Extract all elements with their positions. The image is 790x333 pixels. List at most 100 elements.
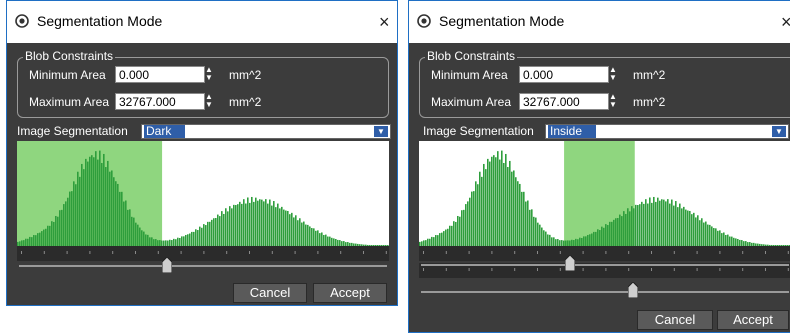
maximum-area-input[interactable]: 32767.000 — [115, 93, 205, 110]
histogram-bar — [257, 200, 259, 246]
histogram-bar — [61, 209, 63, 246]
tick-mark — [582, 251, 584, 254]
close-icon[interactable]: × — [781, 12, 790, 33]
histogram-bar — [123, 201, 125, 246]
histogram-bar — [501, 150, 503, 246]
minimum-area-input[interactable]: 0.000 — [115, 66, 205, 83]
histogram-bar — [103, 153, 105, 246]
histogram-bar — [491, 156, 493, 246]
histogram-bar — [647, 203, 649, 246]
lower-threshold-slider-thumb[interactable] — [565, 255, 575, 271]
histogram-bar — [43, 229, 45, 246]
histogram-bar — [507, 167, 509, 246]
histogram-bar — [49, 225, 51, 246]
histogram-bar — [327, 236, 329, 246]
histogram-bar — [253, 201, 255, 246]
histogram-bar — [331, 237, 333, 246]
histogram-bar — [121, 191, 123, 246]
histogram-bar — [213, 218, 215, 246]
histogram-bar — [27, 238, 29, 246]
histogram-bar — [527, 200, 529, 246]
minimum-area-input[interactable]: 0.000 — [519, 66, 609, 83]
tick-mark — [719, 268, 721, 271]
histogram-bar — [431, 236, 433, 246]
histogram-bar — [67, 197, 69, 246]
title-bar[interactable]: Segmentation Mode × — [409, 1, 790, 43]
image-segmentation-select[interactable]: Inside ▼ — [545, 124, 789, 139]
upper-threshold-slider-thumb[interactable] — [628, 282, 638, 298]
tick-mark — [445, 268, 447, 271]
histogram-bar — [315, 230, 317, 246]
histogram-bar — [469, 197, 471, 246]
histogram-bar — [63, 204, 65, 246]
histogram-bar — [39, 232, 41, 246]
histogram-bar — [79, 176, 81, 246]
histogram-bar — [511, 171, 513, 246]
dropdown-arrow-icon[interactable]: ▼ — [374, 126, 388, 137]
tick-mark — [340, 251, 342, 254]
image-segmentation-select[interactable]: Dark ▼ — [141, 124, 391, 139]
histogram-bar — [533, 216, 535, 246]
histogram-bar — [287, 210, 289, 246]
slider-track[interactable] — [19, 265, 387, 267]
histogram-bar — [89, 156, 91, 246]
histogram-bar — [57, 216, 59, 246]
histogram-bar — [265, 199, 267, 246]
histogram-bar — [717, 230, 719, 246]
maximum-area-spinner[interactable]: ▲ ▼ — [203, 93, 215, 110]
histogram-bar — [217, 214, 219, 246]
dropdown-arrow-icon[interactable]: ▼ — [772, 126, 786, 137]
histogram-bar — [143, 231, 145, 246]
accept-button[interactable]: Accept — [717, 310, 789, 330]
histogram-bar — [459, 216, 461, 246]
slider-track-lower[interactable] — [421, 264, 789, 266]
tick-mark — [742, 251, 744, 254]
histogram-bar — [687, 210, 689, 246]
histogram-bar — [81, 163, 83, 246]
histogram-bar — [283, 209, 285, 246]
histogram-bar — [325, 234, 327, 246]
histogram-bar — [505, 153, 507, 246]
accept-button[interactable]: Accept — [313, 283, 387, 303]
histogram-bar — [695, 217, 697, 246]
close-icon[interactable]: × — [379, 12, 390, 33]
histogram-bar — [285, 210, 287, 246]
histogram-bar — [33, 235, 35, 246]
histogram-bar — [435, 235, 437, 246]
histogram-bar — [55, 215, 57, 246]
tick-mark — [294, 251, 296, 254]
histogram-bar — [181, 236, 183, 246]
slider-track-upper[interactable] — [421, 291, 789, 293]
maximum-area-input[interactable]: 32767.000 — [519, 93, 609, 110]
histogram-bar — [153, 239, 155, 246]
cancel-button[interactable]: Cancel — [637, 310, 713, 330]
dialog-title: Segmentation Mode — [37, 13, 163, 29]
tick-mark — [537, 251, 538, 254]
tick-mark — [423, 268, 424, 271]
histogram-bar — [313, 228, 315, 246]
histogram-bar — [691, 214, 693, 246]
title-bar[interactable]: Segmentation Mode × — [7, 1, 397, 43]
histogram-bar — [497, 151, 499, 246]
threshold-slider-thumb[interactable] — [162, 257, 172, 273]
histogram-bar — [135, 222, 137, 246]
tick-mark — [249, 251, 250, 254]
histogram-bar — [475, 181, 477, 246]
histogram-bar — [197, 230, 199, 246]
histogram-bar — [333, 238, 335, 246]
image-segmentation-label: Image Segmentation — [17, 124, 128, 138]
histogram-bar — [221, 211, 223, 246]
histogram-bar — [583, 236, 585, 246]
minimum-area-spinner[interactable]: ▲ ▼ — [203, 66, 215, 83]
histogram-bar — [715, 228, 717, 246]
segmentation-dialog: Segmentation Mode × Blob Constraints Min… — [6, 0, 398, 306]
maximum-area-spinner[interactable]: ▲ ▼ — [607, 93, 619, 110]
histogram-bar — [51, 221, 53, 246]
histogram-bar — [483, 163, 485, 246]
histogram-bar — [149, 237, 151, 246]
minimum-area-spinner[interactable]: ▲ ▼ — [607, 66, 619, 83]
histogram-bar — [145, 234, 147, 246]
histogram-bar — [113, 177, 115, 246]
histogram-bar — [601, 226, 603, 246]
cancel-button[interactable]: Cancel — [233, 283, 307, 303]
